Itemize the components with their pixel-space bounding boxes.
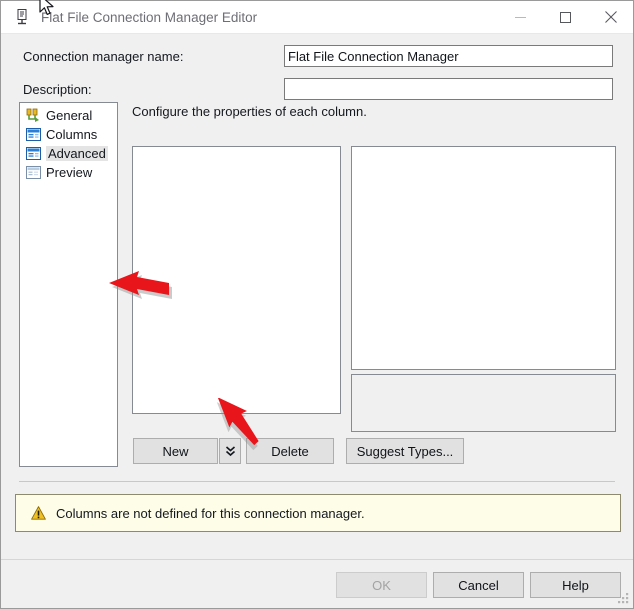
pane-title: Configure the properties of each column. (132, 104, 367, 119)
property-grid[interactable] (351, 146, 616, 370)
warning-bar: Columns are not defined for this connect… (15, 494, 621, 532)
sidebar-item-general[interactable]: General (21, 106, 116, 125)
flat-file-connection-manager-editor-window: Flat File Connection Manager Editor Conn… (0, 0, 634, 609)
resize-grip-icon[interactable] (617, 592, 630, 605)
warning-triangle-icon (30, 505, 46, 521)
title-bar: Flat File Connection Manager Editor (1, 1, 633, 34)
page-navigation-list[interactable]: General Columns Advanced Preview (19, 102, 118, 467)
description-label: Description: (23, 81, 92, 97)
connection-name-label: Connection manager name: (23, 48, 184, 64)
sidebar-item-preview-label: Preview (46, 165, 93, 180)
caption-button-group (498, 1, 633, 33)
sidebar-item-columns[interactable]: Columns (21, 125, 116, 144)
chevron-double-down-icon (225, 446, 235, 457)
maximize-button[interactable] (543, 1, 588, 33)
footer-separator (19, 481, 615, 482)
general-plug-icon (25, 108, 41, 124)
sidebar-item-general-label: General (46, 108, 93, 123)
suggest-types-button[interactable]: Suggest Types... (346, 438, 464, 464)
property-description-panel (351, 374, 616, 432)
cancel-button[interactable]: Cancel (433, 572, 524, 598)
connection-name-input[interactable] (284, 45, 613, 67)
columns-grid-icon (25, 127, 41, 143)
description-row: Description: (1, 77, 633, 101)
new-button[interactable]: New (133, 438, 218, 464)
columns-list[interactable] (132, 146, 341, 414)
warning-message: Columns are not defined for this connect… (56, 505, 365, 521)
sidebar-item-advanced[interactable]: Advanced (21, 144, 116, 163)
flat-file-connection-icon (9, 8, 35, 26)
advanced-grid-icon (25, 146, 41, 162)
sidebar-item-preview[interactable]: Preview (21, 163, 116, 182)
connection-fields-section: Connection manager name: Description: (1, 34, 633, 102)
delete-button[interactable]: Delete (246, 438, 334, 464)
description-input[interactable] (284, 78, 613, 100)
new-dropdown-button[interactable] (219, 438, 241, 464)
preview-grid-icon (25, 165, 41, 181)
editor-body: General Columns Advanced Preview Configu… (1, 102, 633, 559)
sidebar-item-advanced-label: Advanced (46, 146, 108, 161)
window-title: Flat File Connection Manager Editor (41, 9, 258, 25)
minimize-button[interactable] (498, 1, 543, 33)
dialog-footer: OK Cancel Help (1, 559, 633, 608)
ok-button[interactable]: OK (336, 572, 427, 598)
help-button[interactable]: Help (530, 572, 621, 598)
close-button[interactable] (588, 1, 633, 33)
sidebar-item-columns-label: Columns (46, 127, 98, 142)
connection-name-row: Connection manager name: (1, 44, 633, 68)
